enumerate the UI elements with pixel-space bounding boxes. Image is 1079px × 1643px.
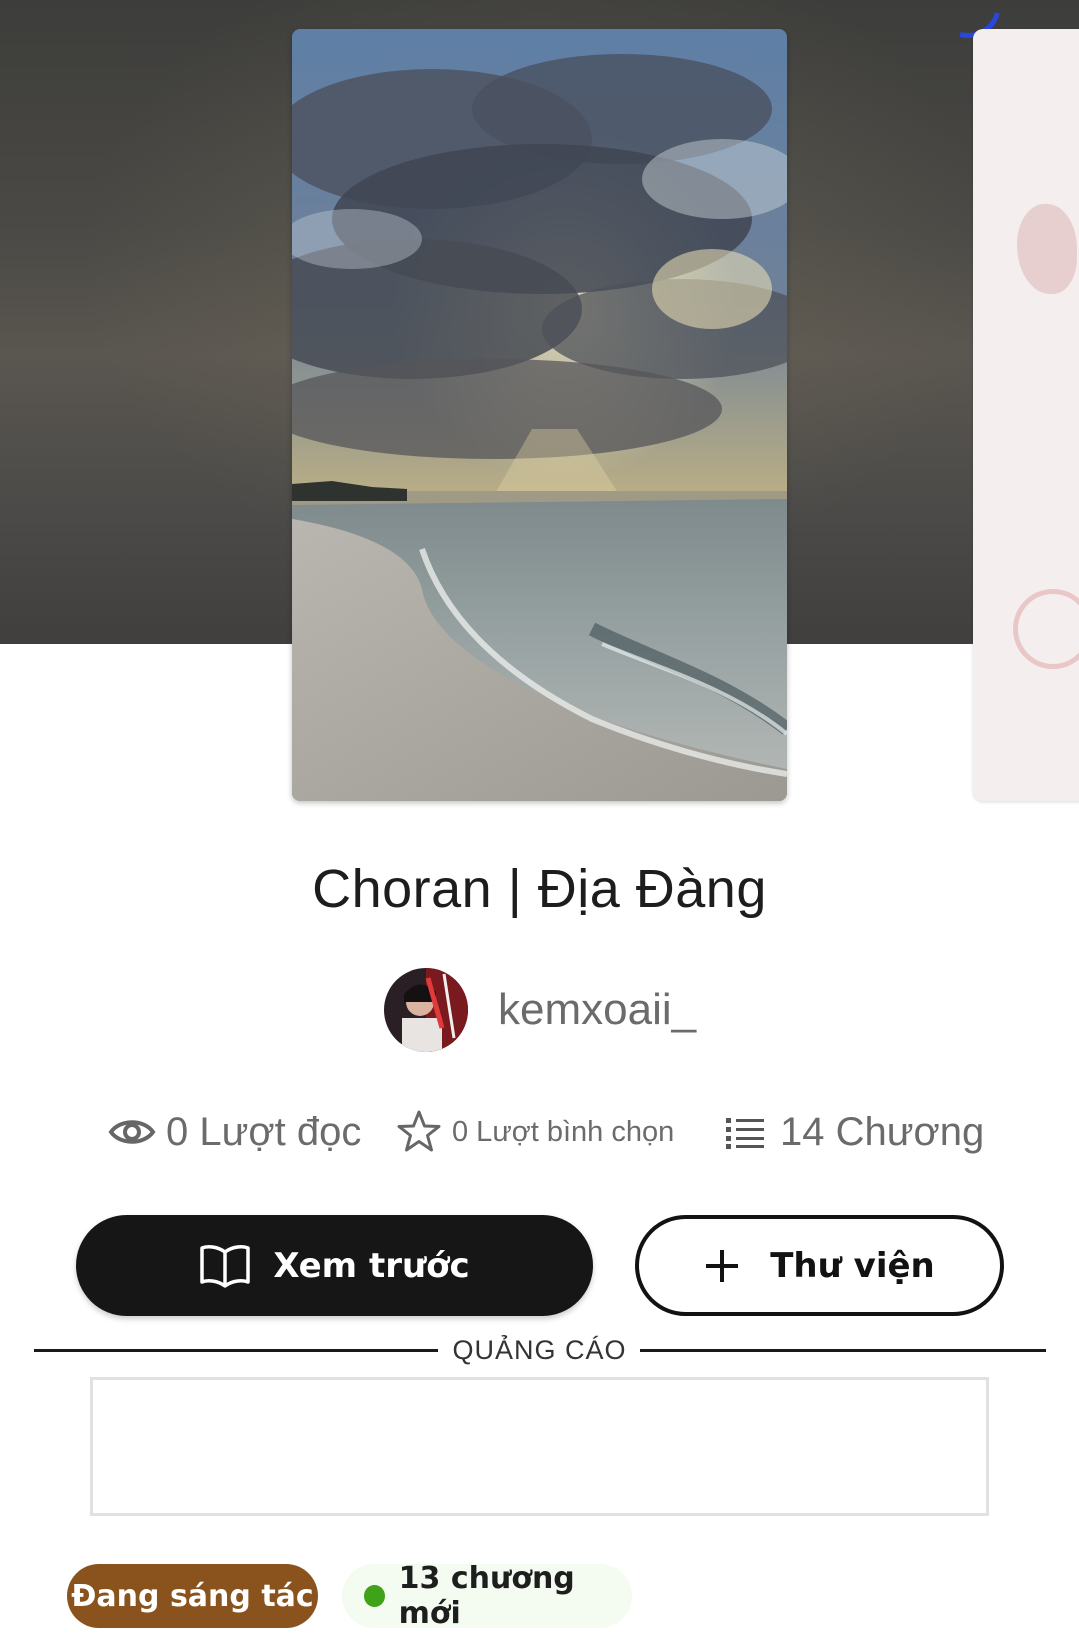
list-icon [726, 1118, 764, 1149]
add-to-library-button[interactable]: Thư viện [635, 1215, 1004, 1316]
cover-decoration [1013, 589, 1079, 669]
author-name[interactable]: kemxoaii_ [498, 985, 696, 1035]
story-stats: 0 Lượt đọc 0 Lượt bình chọn 14 Chương [0, 1102, 1079, 1162]
book-cover[interactable] [292, 29, 787, 801]
cover-decoration [1017, 204, 1077, 294]
preview-button[interactable]: Xem trước [76, 1215, 593, 1316]
reads-stat: 0 Lượt đọc [108, 1102, 361, 1162]
status-badge-label: Đang sáng tác [71, 1578, 314, 1614]
star-icon [397, 1110, 441, 1152]
book-cover-image [292, 29, 787, 801]
eye-icon [108, 1120, 156, 1144]
library-button-label: Thư viện [770, 1245, 935, 1286]
ad-divider-right [640, 1349, 1046, 1352]
green-dot-icon [364, 1585, 385, 1607]
ad-slot[interactable] [90, 1377, 989, 1516]
reads-count: 0 Lượt đọc [166, 1109, 362, 1154]
new-chapters-label: 13 chương mới [398, 1561, 575, 1631]
plus-icon [706, 1249, 739, 1282]
votes-count: 0 Lượt bình chọn [452, 1115, 675, 1148]
author-link[interactable]: kemxoaii_ [384, 968, 696, 1052]
open-book-icon [200, 1244, 251, 1288]
author-avatar[interactable] [384, 968, 468, 1052]
book-title: Choran | Địa Đàng [312, 859, 767, 919]
status-badge: Đang sáng tác [67, 1564, 318, 1628]
chapters-stat[interactable]: 14 Chương [726, 1102, 984, 1162]
chapters-count: 14 Chương [780, 1109, 985, 1154]
new-chapters-badge: 13 chương mới [342, 1561, 632, 1631]
next-book-cover[interactable] [973, 29, 1079, 801]
preview-button-label: Xem trước [273, 1245, 470, 1286]
votes-stat: 0 Lượt bình chọn [396, 1102, 674, 1162]
